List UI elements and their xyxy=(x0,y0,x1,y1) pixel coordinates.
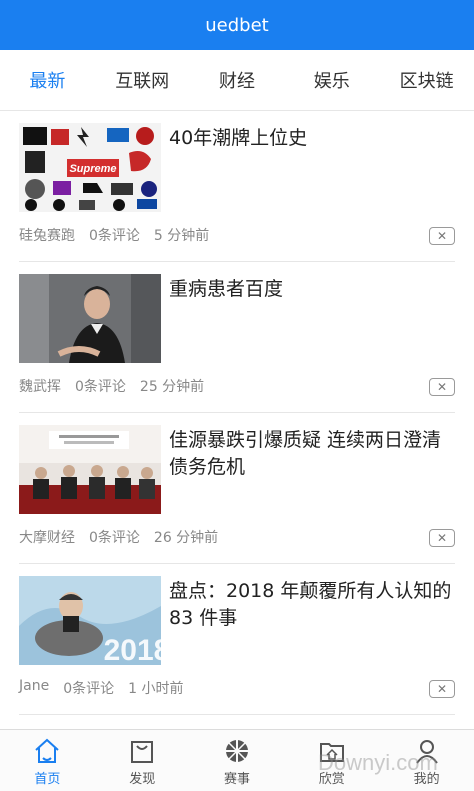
article-title[interactable]: 40年潮牌上位史 xyxy=(169,125,455,152)
article-time: 26 分钟前 xyxy=(153,530,219,546)
article-thumbnail: Supreme xyxy=(19,123,161,212)
article-comments: 0条评论 xyxy=(75,379,126,395)
news-item[interactable]: 佳源暴跌引爆质疑 连续两日澄清债务危机 大摩财经 0条评论 26 分钟前 ✕ xyxy=(19,413,455,564)
nav-discover[interactable]: 发现 xyxy=(95,730,190,791)
article-source: 魏武挥 xyxy=(19,379,61,395)
article-time: 25 分钟前 xyxy=(139,379,205,395)
close-icon: ✕ xyxy=(436,531,448,545)
dismiss-button[interactable]: ✕ xyxy=(429,529,455,547)
article-meta: 魏武挥 0条评论 25 分钟前 xyxy=(19,376,204,396)
image-year-text: 2018 xyxy=(104,634,161,665)
tab-entertainment[interactable]: 娱乐 xyxy=(284,67,379,93)
dismiss-button[interactable]: ✕ xyxy=(429,227,455,245)
tab-latest[interactable]: 最新 xyxy=(0,67,95,93)
tab-internet[interactable]: 互联网 xyxy=(95,67,190,93)
article-thumbnail: 2018 xyxy=(19,576,161,665)
news-item[interactable]: 重病患者百度 魏武挥 0条评论 25 分钟前 ✕ xyxy=(19,262,455,413)
article-title[interactable]: 盘点：2018 年颠覆所有人认知的 83 件事 xyxy=(169,578,455,632)
tab-blockchain[interactable]: 区块链 xyxy=(379,67,474,93)
close-icon: ✕ xyxy=(436,380,448,394)
article-comments: 0条评论 xyxy=(63,681,115,697)
article-meta: 大摩财经 0条评论 26 分钟前 xyxy=(19,527,218,547)
article-comments: 0条评论 xyxy=(89,530,140,546)
nav-home[interactable]: 首页 xyxy=(0,730,95,791)
article-time: 1 小时前 xyxy=(128,681,184,697)
article-title[interactable]: 佳源暴跌引爆质疑 连续两日澄清债务危机 xyxy=(169,427,455,481)
news-feed: Supreme 40年潮牌上位史 硅兔赛跑 0条评论 5 分钟前 ✕ 重病患者百… xyxy=(0,111,474,729)
ball-icon xyxy=(225,740,248,762)
close-icon: ✕ xyxy=(436,229,448,243)
article-time: 5 分钟前 xyxy=(153,228,210,244)
nav-label: 发现 xyxy=(129,772,156,787)
article-thumbnail xyxy=(19,274,161,363)
nav-label: 赛事 xyxy=(223,772,250,787)
nav-label: 首页 xyxy=(34,772,61,787)
news-item[interactable]: 2018 盘点：2018 年颠覆所有人认知的 83 件事 Jane 0条评论 1… xyxy=(19,564,455,715)
dismiss-button[interactable]: ✕ xyxy=(429,378,455,396)
article-meta: Jane 0条评论 1 小时前 xyxy=(19,678,183,698)
article-source: Jane xyxy=(19,678,50,694)
app-header: uedbet xyxy=(0,0,474,50)
article-source: 大摩财经 xyxy=(19,530,75,546)
news-item[interactable]: Supreme 40年潮牌上位史 硅兔赛跑 0条评论 5 分钟前 ✕ xyxy=(19,111,455,262)
close-icon: ✕ xyxy=(436,682,448,696)
tab-finance[interactable]: 财经 xyxy=(190,67,285,93)
dismiss-button[interactable]: ✕ xyxy=(429,680,455,698)
article-title[interactable]: 重病患者百度 xyxy=(169,276,455,303)
nav-events[interactable]: 赛事 xyxy=(190,730,285,791)
category-tabs: 最新 互联网 财经 娱乐 区块链 xyxy=(0,50,474,111)
article-thumbnail xyxy=(19,425,161,514)
article-meta: 硅兔赛跑 0条评论 5 分钟前 xyxy=(19,225,209,245)
watermark: Downyi.com xyxy=(318,750,438,775)
home-icon xyxy=(35,738,60,763)
app-title: uedbet xyxy=(205,14,269,36)
bag-icon xyxy=(131,741,154,763)
article-source: 硅兔赛跑 xyxy=(19,228,75,244)
article-comments: 0条评论 xyxy=(89,228,140,244)
supreme-logo-text: Supreme xyxy=(69,163,116,175)
